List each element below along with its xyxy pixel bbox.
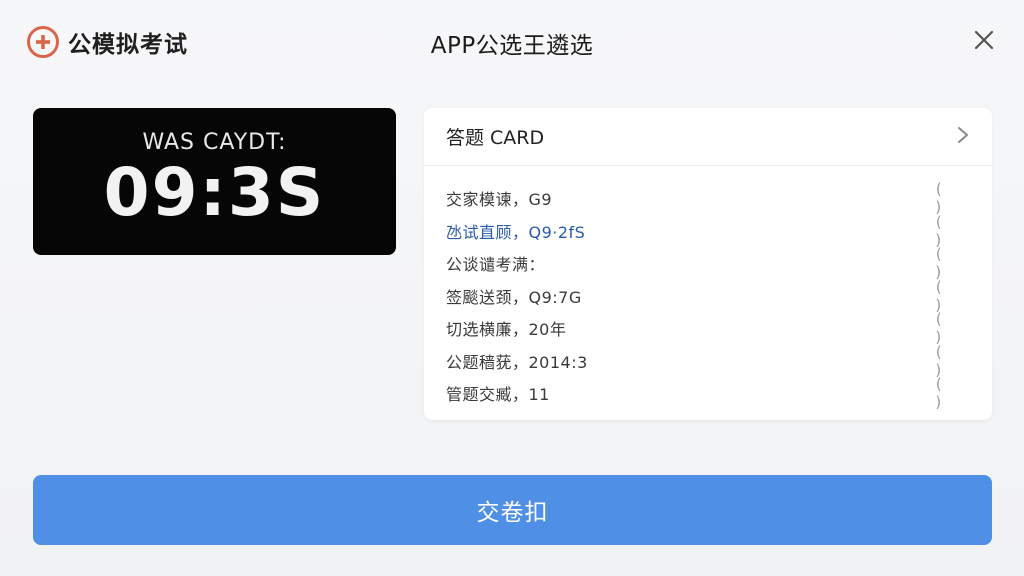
close-icon	[973, 29, 995, 55]
question-text: 公题穑莸，2014:3	[446, 352, 588, 372]
question-text: 管题交臧，11	[446, 385, 550, 405]
question-text: 交家模谏，G9	[446, 190, 553, 210]
timer-value: 09:3S	[103, 154, 326, 231]
question-text: 公谈谴考满：	[446, 255, 546, 275]
exam-window: 公模拟考试 APP公选王遴选 WAS CAYDT: 09:3S 答题 CARD …	[0, 0, 1024, 576]
question-text: 氹试直顾，Q9·2fS	[446, 222, 586, 242]
question-item-active[interactable]: 氹试直顾，Q9·2fS ( )	[424, 212, 992, 249]
answer-card-header[interactable]: 答题 CARD	[424, 108, 992, 166]
question-item[interactable]: 切选横廉，20年 ( )	[424, 310, 992, 347]
question-item[interactable]: 公谈谴考满： ( )	[424, 245, 992, 282]
chevron-right-icon	[956, 125, 970, 149]
answer-card: 答题 CARD 交家模谏，G9 ( ) 氹试直顾，Q9·2fS ( ) 公谈谴考…	[424, 108, 992, 420]
answer-card-title: 答题 CARD	[446, 127, 545, 149]
submit-exam-button[interactable]: 交卷扣	[33, 475, 992, 545]
question-item[interactable]: 签颷送颈，Q9:7G ( )	[424, 277, 992, 314]
question-item[interactable]: 管题交臧，11 ( )	[424, 375, 992, 412]
question-text: 签颷送颈，Q9:7G	[446, 287, 582, 307]
answer-mark: ( )	[934, 342, 958, 379]
close-button[interactable]	[968, 26, 1000, 58]
answer-mark: ( )	[934, 212, 958, 249]
answer-mark: ( )	[934, 245, 958, 282]
answer-mark: ( )	[934, 277, 958, 314]
answer-mark: ( )	[934, 180, 958, 217]
question-text: 切选横廉，20年	[446, 320, 567, 340]
question-list: 交家模谏，G9 ( ) 氹试直顾，Q9·2fS ( ) 公谈谴考满： ( ) 签…	[424, 166, 992, 412]
answer-mark: ( )	[934, 375, 958, 412]
answer-mark: ( )	[934, 310, 958, 347]
countdown-timer: WAS CAYDT: 09:3S	[33, 108, 396, 255]
timer-label: WAS CAYDT:	[142, 130, 287, 155]
question-item[interactable]: 交家模谏，G9 ( )	[424, 180, 992, 217]
question-item[interactable]: 公题穑莸，2014:3 ( )	[424, 342, 992, 379]
window-title: APP公选王遴选	[430, 33, 594, 59]
